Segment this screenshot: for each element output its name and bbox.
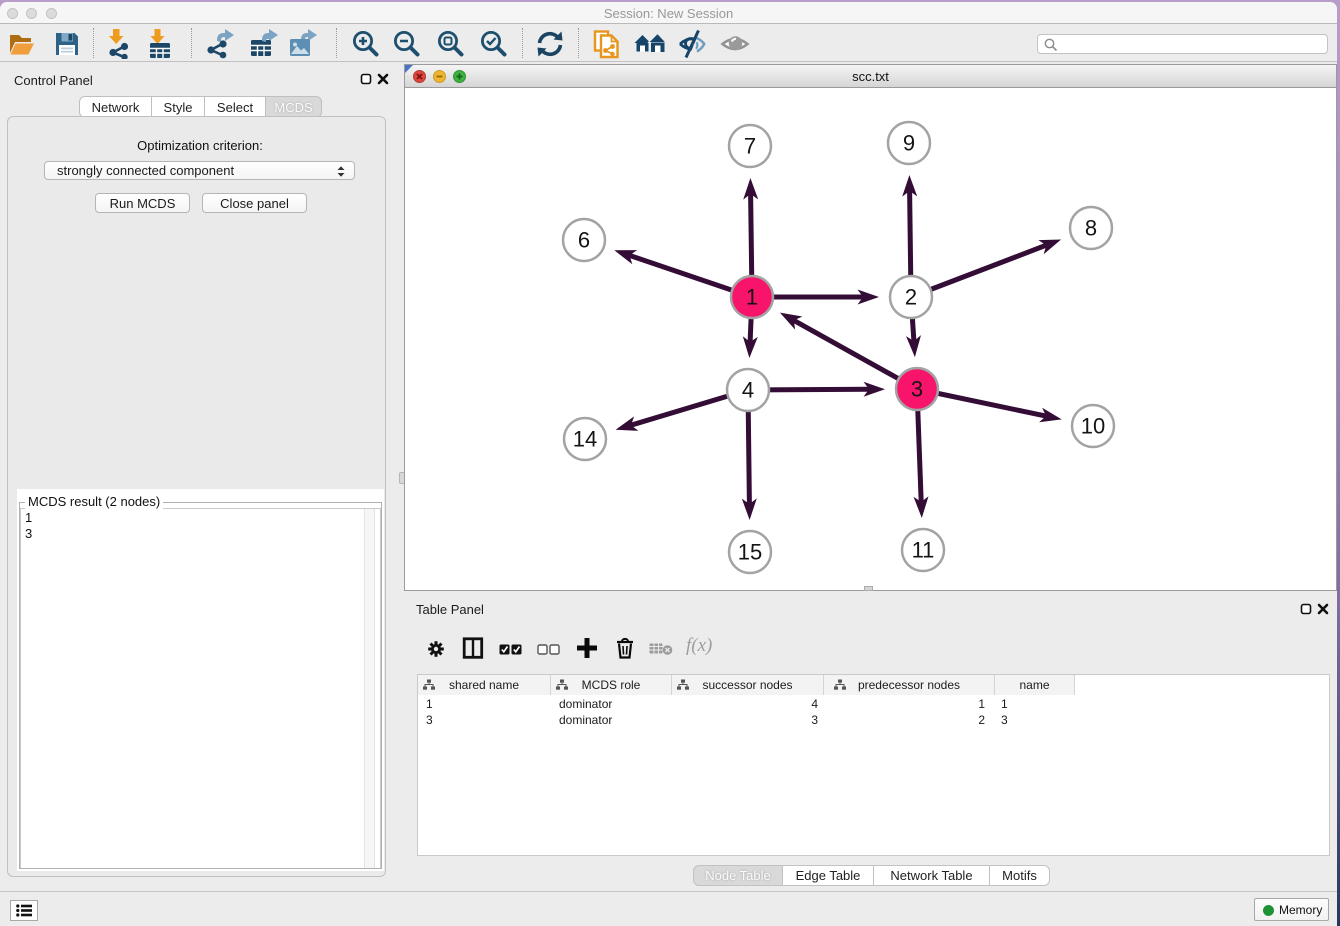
svg-text:7: 7 [744,134,756,159]
svg-text:4: 4 [742,378,754,403]
svg-text:6: 6 [578,228,590,253]
svg-text:11: 11 [912,538,935,563]
svg-text:1: 1 [746,285,758,310]
svg-text:8: 8 [1085,216,1097,241]
svg-text:2: 2 [905,285,917,310]
svg-text:10: 10 [1081,414,1105,439]
svg-text:15: 15 [738,540,762,565]
svg-text:9: 9 [903,131,915,156]
svg-text:3: 3 [911,377,923,402]
svg-text:14: 14 [573,427,597,452]
